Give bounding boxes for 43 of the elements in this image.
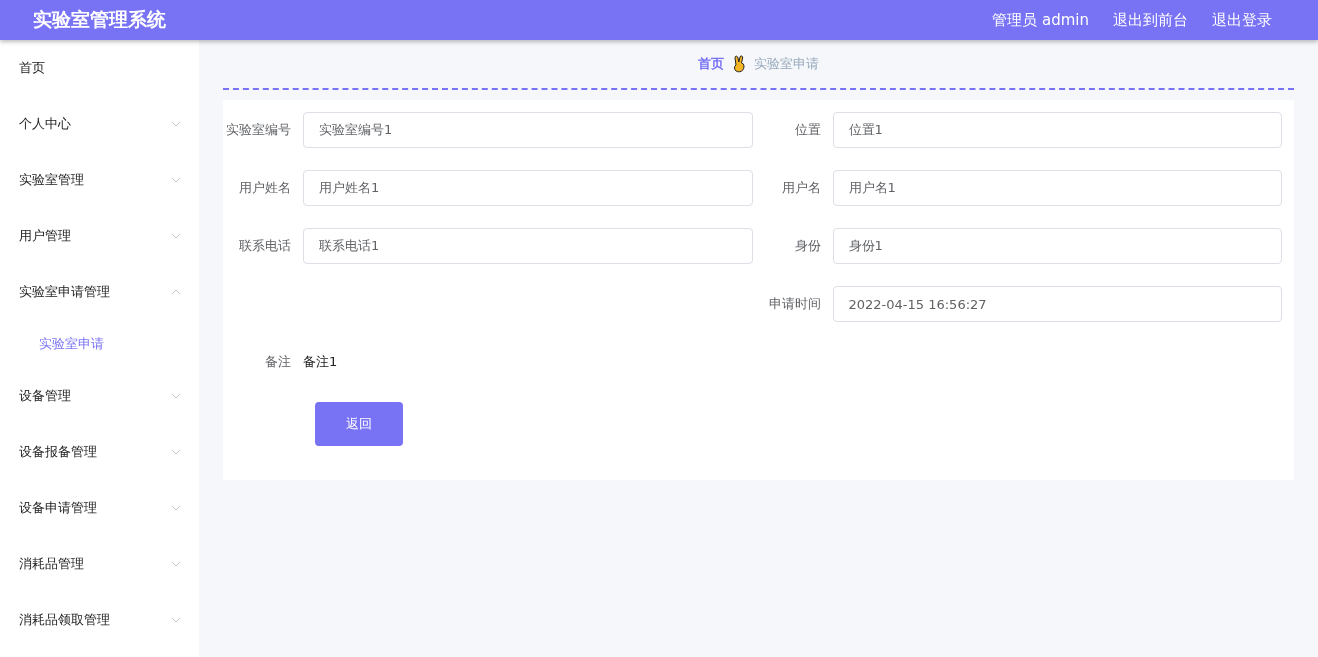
- chevron-down-icon: [171, 449, 181, 455]
- sidebar-item[interactable]: 实验室申请管理: [0, 264, 199, 320]
- input-field[interactable]: 联系电话1: [303, 228, 753, 264]
- sidebar-item[interactable]: 消耗品管理: [0, 536, 199, 592]
- field-label: 实验室编号: [225, 121, 292, 139]
- app-title: 实验室管理系统: [33, 7, 166, 32]
- input-field[interactable]: 用户名1: [832, 170, 1282, 206]
- sidebar-subitem[interactable]: 实验室申请: [0, 320, 199, 368]
- breadcrumb-link[interactable]: 首页: [698, 55, 724, 73]
- chevron-down-icon: [171, 393, 181, 399]
- chevron-down-icon: [171, 561, 181, 567]
- field-label: 联系电话: [238, 237, 292, 255]
- sidebar-item[interactable]: 设备管理: [0, 368, 199, 424]
- hand-icon: [732, 55, 746, 73]
- sidebar-item[interactable]: 设备申请管理: [0, 480, 199, 536]
- header-link[interactable]: 管理员 admin: [992, 10, 1089, 30]
- sidebar-item[interactable]: 设备报备管理: [0, 424, 199, 480]
- sidebar-item[interactable]: 用户管理: [0, 208, 199, 264]
- field-label: 备注: [264, 353, 292, 371]
- sidebar-item[interactable]: 实验室管理: [0, 152, 199, 208]
- remark-text: 备注1: [303, 353, 338, 371]
- back-button[interactable]: 返回: [315, 402, 403, 446]
- chevron-down-icon: [171, 233, 181, 239]
- sidebar-item[interactable]: 消耗品领取管理: [0, 592, 199, 648]
- sidebar-item[interactable]: 首页: [0, 40, 199, 96]
- chevron-down-icon: [171, 121, 181, 127]
- input-field[interactable]: 用户姓名1: [303, 170, 753, 206]
- header-link[interactable]: 退出登录: [1212, 10, 1272, 30]
- field-label: 身份: [793, 237, 822, 255]
- field-label: 用户名: [780, 179, 822, 197]
- chevron-up-icon: [171, 289, 181, 295]
- chevron-down-icon: [171, 177, 181, 183]
- input-field[interactable]: 身份1: [832, 228, 1282, 264]
- input-field[interactable]: 2022-04-15 16:56:27: [832, 286, 1282, 322]
- sidebar-item[interactable]: 个人中心: [0, 96, 199, 152]
- input-field[interactable]: 实验室编号1: [303, 112, 753, 148]
- field-label: 位置: [793, 121, 822, 139]
- header-link[interactable]: 退出到前台: [1113, 10, 1188, 30]
- chevron-down-icon: [171, 617, 181, 623]
- field-label: 用户姓名: [238, 179, 292, 197]
- input-field[interactable]: 位置1: [832, 112, 1282, 148]
- field-label: 申请时间: [767, 295, 822, 313]
- chevron-down-icon: [171, 505, 181, 511]
